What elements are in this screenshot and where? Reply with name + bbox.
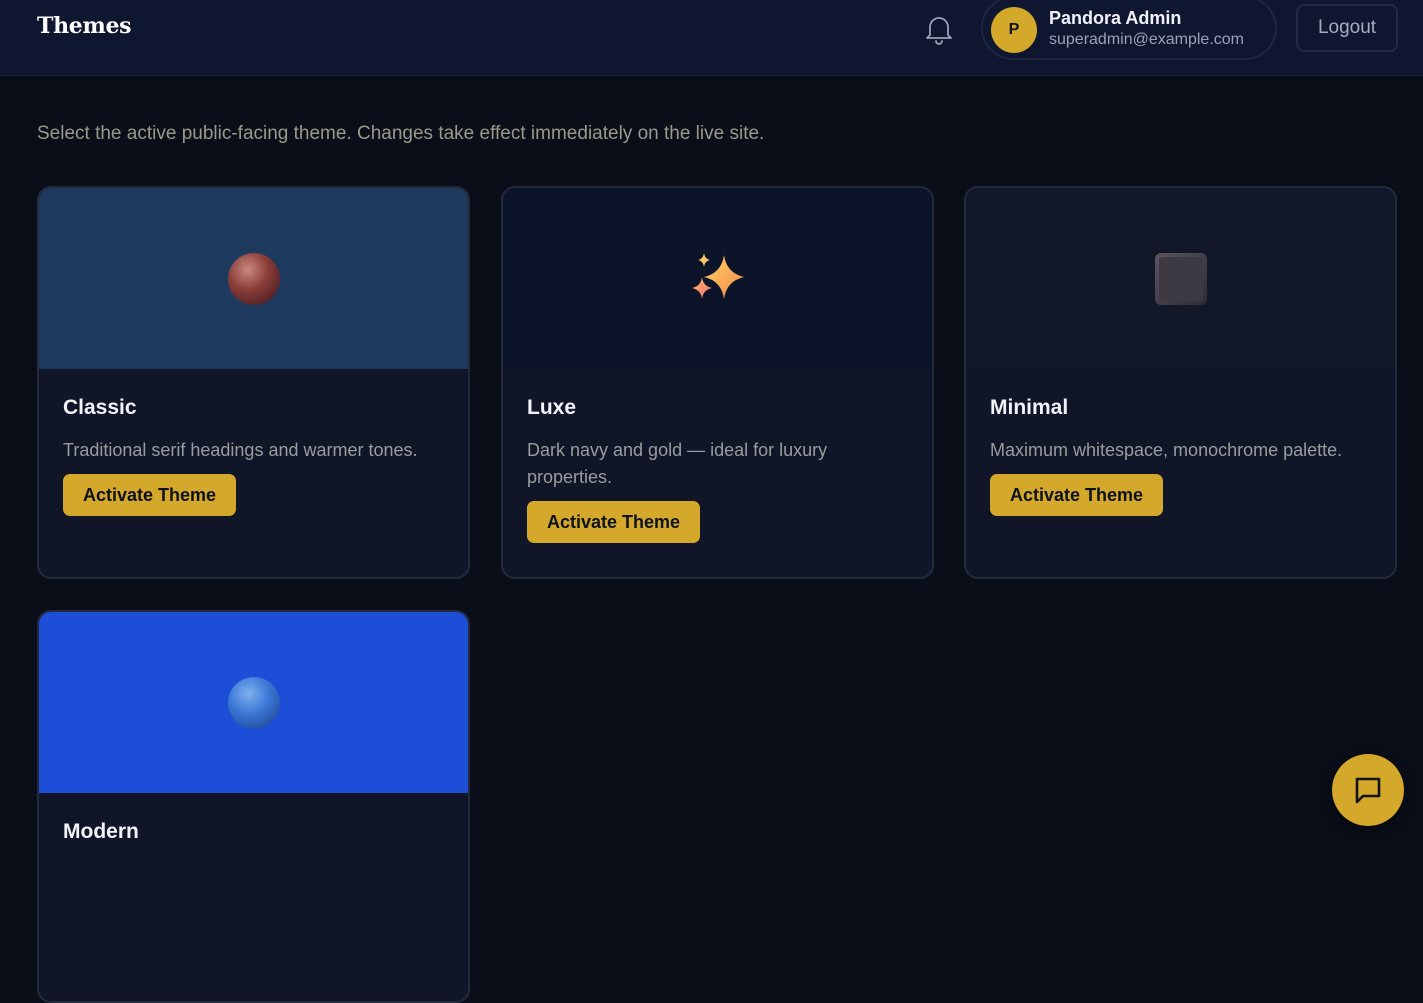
theme-name: Classic: [63, 396, 137, 419]
theme-card-minimal: Minimal Maximum whitespace, monochrome p…: [964, 186, 1397, 579]
sparkles-icon: [691, 252, 744, 299]
page-title: Themes: [37, 13, 132, 39]
user-menu[interactable]: P Pandora Admin superadmin@example.com: [981, 0, 1277, 60]
avatar: P: [991, 7, 1037, 53]
bell-icon: [926, 17, 952, 45]
theme-name: Luxe: [527, 396, 577, 419]
theme-card-luxe: Luxe Dark navy and gold — ideal for luxu…: [501, 186, 934, 579]
user-name: Pandora Admin: [1049, 8, 1182, 28]
theme-preview: [503, 188, 932, 369]
theme-card-modern: Modern: [37, 610, 470, 1003]
theme-preview: [966, 188, 1395, 369]
activate-theme-button[interactable]: Activate Theme: [990, 474, 1164, 516]
theme-description: Maximum whitespace, monochrome palette.: [990, 440, 1343, 460]
activate-theme-button[interactable]: Activate Theme: [527, 501, 701, 543]
theme-card-classic: Classic Traditional serif headings and w…: [37, 186, 470, 579]
logout-button[interactable]: Logout: [1296, 4, 1398, 52]
theme-preview: [39, 612, 468, 793]
page-description: Select the active public-facing theme. C…: [37, 123, 765, 144]
theme-description: Dark navy and gold — ideal for luxury pr…: [527, 440, 828, 487]
activate-theme-button[interactable]: Activate Theme: [63, 474, 237, 516]
red-sphere-icon: [227, 252, 280, 305]
theme-preview: [39, 188, 468, 369]
dark-square-icon: [1154, 252, 1207, 305]
top-bar: Themes P Pandora Admin superadmin@exampl…: [0, 0, 1423, 76]
theme-name: Modern: [63, 820, 139, 843]
chat-button[interactable]: [1332, 754, 1404, 826]
theme-description: Traditional serif headings and warmer to…: [63, 440, 418, 460]
blue-sphere-icon: [227, 676, 280, 729]
user-email: superadmin@example.com: [1049, 31, 1244, 48]
notifications-button[interactable]: [922, 12, 956, 46]
theme-name: Minimal: [990, 396, 1069, 419]
chat-icon: [1355, 777, 1381, 804]
